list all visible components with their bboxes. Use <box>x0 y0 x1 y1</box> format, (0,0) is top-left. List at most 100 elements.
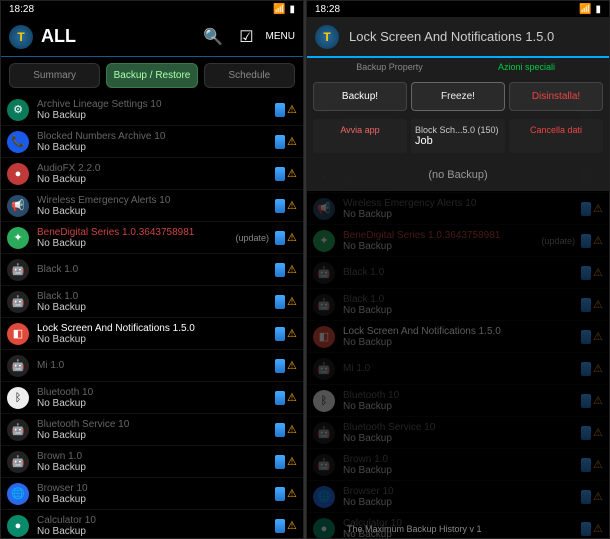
app-list[interactable]: ⚙Archive Lineage Settings 10No Backup⚠📞B… <box>1 94 303 539</box>
special-actions-tab[interactable]: Azioni speciali <box>458 62 595 72</box>
app-row[interactable]: ᛒBluetooth 10No Backup⚠ <box>1 382 303 414</box>
app-row[interactable]: 🤖Brown 1.0No Backup⚠ <box>1 446 303 478</box>
app-row[interactable]: ●Calculator 10No Backup⚠ <box>1 510 303 539</box>
warning-icon: ⚠ <box>287 135 297 149</box>
device-icon <box>275 295 285 309</box>
warning-icon: ⚠ <box>287 359 297 373</box>
app-info: BeneDigital Series 1.0.3643758981No Back… <box>37 227 235 249</box>
app-badges: ⚠ <box>275 103 297 117</box>
app-row[interactable]: 🤖Black 1.0⚠ <box>1 254 303 286</box>
tab-summary[interactable]: Summary <box>9 63 100 88</box>
app-icon: 🤖 <box>7 419 29 441</box>
launch-app-button[interactable]: Avvia app <box>313 119 407 153</box>
uninstall-button[interactable]: Disinstalla! <box>509 82 603 111</box>
tab-schedule[interactable]: Schedule <box>204 63 295 88</box>
app-status-label: No Backup <box>37 430 275 441</box>
app-status-label: No Backup <box>343 433 581 444</box>
device-icon <box>581 394 591 408</box>
app-row[interactable]: 🌐Browser 10No Backup⚠ <box>1 478 303 510</box>
device-icon <box>581 266 591 280</box>
status-bar: 18:28 📶 ▮ <box>1 1 303 17</box>
app-badges: ⚠ <box>581 394 603 408</box>
app-info: Blocked Numbers Archive 10No Backup <box>37 131 275 153</box>
app-row[interactable]: ✦BeneDigital Series 1.0.3643758981No Bac… <box>307 225 609 257</box>
app-name-label: BeneDigital Series 1.0.3643758981 <box>343 230 541 241</box>
app-icon: 🌐 <box>7 483 29 505</box>
app-row[interactable]: 🤖Bluetooth Service 10No Backup⚠ <box>307 417 609 449</box>
app-badges: ⚠ <box>275 455 297 469</box>
device-icon <box>275 327 285 341</box>
app-icon: ◧ <box>7 323 29 345</box>
app-icon: 🤖 <box>7 291 29 313</box>
app-row[interactable]: 🌐Browser 10No Backup⚠ <box>307 481 609 513</box>
warning-icon: ⚠ <box>287 295 297 309</box>
app-info: Black 1.0No Backup <box>37 291 275 313</box>
warning-icon: ⚠ <box>287 231 297 245</box>
app-row[interactable]: 🤖Black 1.0No Backup⚠ <box>307 289 609 321</box>
app-row[interactable]: 📞Blocked Numbers Archive 10No Backup⚠ <box>1 126 303 158</box>
app-status-label: No Backup <box>37 110 275 121</box>
app-name-label: Wireless Emergency Alerts 10 <box>343 198 581 209</box>
warning-icon: ⚠ <box>593 330 603 344</box>
footer-text: The Maximum Backup History v 1 <box>347 524 482 534</box>
app-row[interactable]: 🤖Brown 1.0No Backup⚠ <box>307 449 609 481</box>
search-icon[interactable]: 🔍 <box>199 23 227 51</box>
app-name-label: Browser 10 <box>37 483 275 494</box>
app-icon: 📢 <box>7 195 29 217</box>
warning-icon: ⚠ <box>287 199 297 213</box>
app-icon: 📢 <box>313 198 335 220</box>
app-row[interactable]: 🤖 Black 1.0No Backup ⚠ <box>1 286 303 318</box>
app-info: Browser 10No Backup <box>343 486 581 508</box>
tab-backup-restore[interactable]: Backup / Restore <box>106 63 197 88</box>
app-row[interactable]: ⚙Archive Lineage Settings 10No Backup⚠ <box>1 94 303 126</box>
clear-data-button[interactable]: Cancella dati <box>509 119 603 153</box>
menu-button[interactable]: MENU <box>266 31 295 42</box>
app-row[interactable]: 📢Wireless Emergency Alerts 10No Backup⚠ <box>1 190 303 222</box>
app-status-label: No Backup <box>343 401 581 412</box>
warning-icon: ⚠ <box>593 426 603 440</box>
freeze-button[interactable]: Freeze! <box>411 82 505 111</box>
warning-icon: ⚠ <box>287 487 297 501</box>
warning-icon: ⚠ <box>287 167 297 181</box>
app-info: Black 1.0No Backup <box>343 294 581 316</box>
tabs: Summary Backup / Restore Schedule <box>1 57 303 94</box>
app-row[interactable]: ◧Lock Screen And Notifications 1.5.0No B… <box>1 318 303 350</box>
app-row[interactable]: ◧Lock Screen And Notifications 1.5.0No B… <box>307 321 609 353</box>
app-name-label: Bluetooth 10 <box>343 390 581 401</box>
app-row[interactable]: 🤖Black 1.0⚠ <box>307 257 609 289</box>
app-name-label: Brown 1.0 <box>37 451 275 462</box>
app-icon: ᛒ <box>7 387 29 409</box>
app-badges: ⚠ <box>581 202 603 216</box>
app-row[interactable]: 🤖Mi 1.0⚠ <box>307 353 609 385</box>
header-title: ALL <box>41 26 191 47</box>
app-name-label: Calculator 10 <box>37 515 275 526</box>
app-row[interactable]: ✦BeneDigital Series 1.0.3643758981No Bac… <box>1 222 303 254</box>
app-badges: ⚠ <box>581 298 603 312</box>
app-row[interactable]: 🤖Bluetooth Service 10No Backup⚠ <box>1 414 303 446</box>
warning-icon: ⚠ <box>593 394 603 408</box>
app-status-label: No Backup <box>37 526 275 537</box>
app-badges: ⚠ <box>581 490 603 504</box>
backup-button[interactable]: Backup! <box>313 82 407 111</box>
app-row[interactable]: ●AudioFX 2.2.0No Backup⚠ <box>1 158 303 190</box>
app-badges: ⚠ <box>275 263 297 277</box>
app-name-label: Brown 1.0 <box>343 454 581 465</box>
app-icon: ● <box>7 163 29 185</box>
no-backup-label: (no Backup) <box>307 159 609 191</box>
app-logo-icon[interactable]: T <box>315 25 339 49</box>
device-icon <box>275 391 285 405</box>
warning-icon: ⚠ <box>287 455 297 469</box>
app-row[interactable]: 📢Wireless Emergency Alerts 10No Backup⚠ <box>307 193 609 225</box>
select-icon[interactable]: ☑ <box>235 23 257 51</box>
warning-icon: ⚠ <box>593 490 603 504</box>
app-badges: ⚠ <box>581 458 603 472</box>
app-row[interactable]: 🤖Mi 1.0⚠ <box>1 350 303 382</box>
app-row[interactable]: ᛒBluetooth 10No Backup⚠ <box>307 385 609 417</box>
app-name-label: Bluetooth Service 10 <box>37 419 275 430</box>
device-icon <box>581 202 591 216</box>
app-info: Calculator 10No Backup <box>37 515 275 537</box>
app-header: T ALL 🔍 ☑ MENU <box>1 17 303 57</box>
backup-property-tab[interactable]: Backup Property <box>321 62 458 72</box>
app-logo-icon[interactable]: T <box>9 25 33 49</box>
device-icon <box>275 135 285 149</box>
